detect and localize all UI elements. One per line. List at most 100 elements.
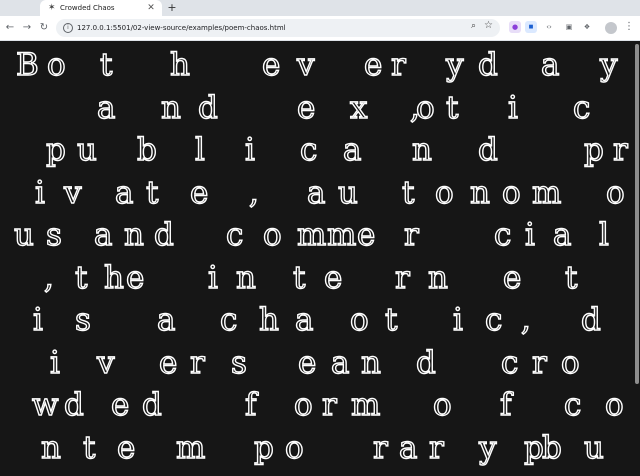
new-tab-button[interactable]: + xyxy=(165,0,179,16)
poem-letter: r xyxy=(372,429,388,466)
poem-letter: b xyxy=(136,131,157,168)
tab-title: Crowded Chaos xyxy=(60,4,115,12)
poem-letter: , xyxy=(248,174,259,211)
scrollbar[interactable] xyxy=(635,44,639,384)
poem-line: Botheveryday xyxy=(0,45,630,85)
poem-letter: u xyxy=(337,174,358,211)
poem-letter: d xyxy=(153,216,174,253)
poem-letter: d xyxy=(141,386,162,423)
poem-letter: e xyxy=(502,259,522,296)
poem-letter: a xyxy=(540,46,560,83)
poem-letter: c xyxy=(500,344,519,381)
poem-letter: a xyxy=(306,174,326,211)
arrow-right-icon: → xyxy=(22,22,32,33)
poem-letter: e xyxy=(189,174,209,211)
poem-letter: n xyxy=(469,174,490,211)
poem-letter: i xyxy=(524,216,535,253)
poem-letter: a xyxy=(156,301,176,338)
poem-letter: a xyxy=(114,174,134,211)
poem-letter: f xyxy=(244,386,257,423)
poem-letter: c xyxy=(563,386,582,423)
poem-line: publicandpr xyxy=(0,130,630,170)
poem-letter: s xyxy=(74,301,91,338)
poem-letter: , xyxy=(43,259,54,296)
kebab-menu-icon[interactable]: ⋮ xyxy=(624,21,634,33)
poem-letter: t xyxy=(145,174,159,211)
poem-letter: r xyxy=(394,259,410,296)
forward-button[interactable]: → xyxy=(20,21,34,35)
reload-button[interactable]: ↻ xyxy=(37,21,51,35)
poem-letter: o xyxy=(262,216,282,253)
browser-toolbar: ← → ↻ i 127.0.0.1:5501/02-view-source/ex… xyxy=(0,16,640,40)
poem-letter: u xyxy=(583,429,604,466)
poem-letter: n xyxy=(411,131,432,168)
plus-icon: + xyxy=(167,1,177,14)
zoom-icon[interactable]: ⌕ xyxy=(471,21,476,31)
poem-letter: c xyxy=(484,301,503,338)
poem-letter: r xyxy=(403,216,419,253)
poem-letter: o xyxy=(293,386,313,423)
poem-line: usandcommercial xyxy=(0,215,630,255)
poem-letter: n xyxy=(40,429,61,466)
poem-letter: e xyxy=(110,386,130,423)
poem-letter: e xyxy=(125,259,145,296)
poem-letter: o xyxy=(46,46,66,83)
poem-letter: n xyxy=(360,344,381,381)
poem-letter: m xyxy=(350,386,381,423)
poem-letter: t xyxy=(564,259,578,296)
code-icon: ✶ xyxy=(48,3,56,13)
tab-crowded-chaos[interactable]: ✶ Crowded Chaos ✕ xyxy=(40,0,162,16)
poem-letter: o xyxy=(604,386,624,423)
poem-line: ntemporarypub xyxy=(0,428,630,468)
poem-letter: y xyxy=(478,429,497,466)
close-icon[interactable]: ✕ xyxy=(146,3,156,13)
poem-letter: a xyxy=(96,89,116,126)
extension-icon[interactable]: ● xyxy=(509,21,521,33)
poem-letter: m xyxy=(531,174,562,211)
poem-letter: o xyxy=(432,386,452,423)
poem-letter: m xyxy=(326,216,357,253)
extension-icon[interactable]: ▣ xyxy=(563,21,575,33)
extension-icon[interactable]: ■ xyxy=(525,21,537,33)
poem-letter: r xyxy=(531,344,547,381)
poem-letter: o xyxy=(605,174,625,211)
poem-letter: h xyxy=(169,46,190,83)
poem-letter: , xyxy=(520,301,531,338)
back-button[interactable]: ← xyxy=(3,21,17,35)
poem-letter: c xyxy=(219,301,238,338)
poem-letter: c xyxy=(493,216,512,253)
poem-letter: d xyxy=(477,131,498,168)
poem-letter: h xyxy=(103,259,124,296)
poem-letter: w xyxy=(31,386,59,423)
star-icon[interactable]: ☆ xyxy=(484,20,493,31)
poem-letter: i xyxy=(49,344,60,381)
poem-letter: l xyxy=(598,216,609,253)
poem-letter: d xyxy=(197,89,218,126)
poem-letter: r xyxy=(189,344,205,381)
puzzle-icon[interactable]: ❖ xyxy=(581,21,593,33)
poem-letter: e xyxy=(296,89,316,126)
poem-letter: o xyxy=(349,301,369,338)
poem-letter: a xyxy=(398,429,418,466)
poem-letter: t xyxy=(445,89,459,126)
poem-letter: c xyxy=(572,89,591,126)
poem-letter: x xyxy=(349,89,368,126)
poem-letter: t xyxy=(82,429,96,466)
profile-avatar[interactable] xyxy=(605,22,617,34)
poem-letter: e xyxy=(297,344,317,381)
poem-letter: o xyxy=(434,174,454,211)
poem-letter: p xyxy=(523,429,544,466)
poem-letter: e xyxy=(363,46,383,83)
poem-letter: i xyxy=(207,259,218,296)
poem-letter: v xyxy=(63,174,82,211)
poem-line: wdedformofco xyxy=(0,385,630,425)
poem-letter: r xyxy=(321,386,337,423)
extension-icon[interactable]: ‹› xyxy=(543,21,555,33)
poem-letter: e xyxy=(261,46,281,83)
poem-letter: o xyxy=(501,174,521,211)
poem-line: andexotic, xyxy=(0,88,630,128)
poem-letter: a xyxy=(93,216,113,253)
address-bar[interactable]: i 127.0.0.1:5501/02-view-source/examples… xyxy=(56,19,500,37)
poem-letter: s xyxy=(45,216,62,253)
site-info-icon[interactable]: i xyxy=(63,23,73,33)
